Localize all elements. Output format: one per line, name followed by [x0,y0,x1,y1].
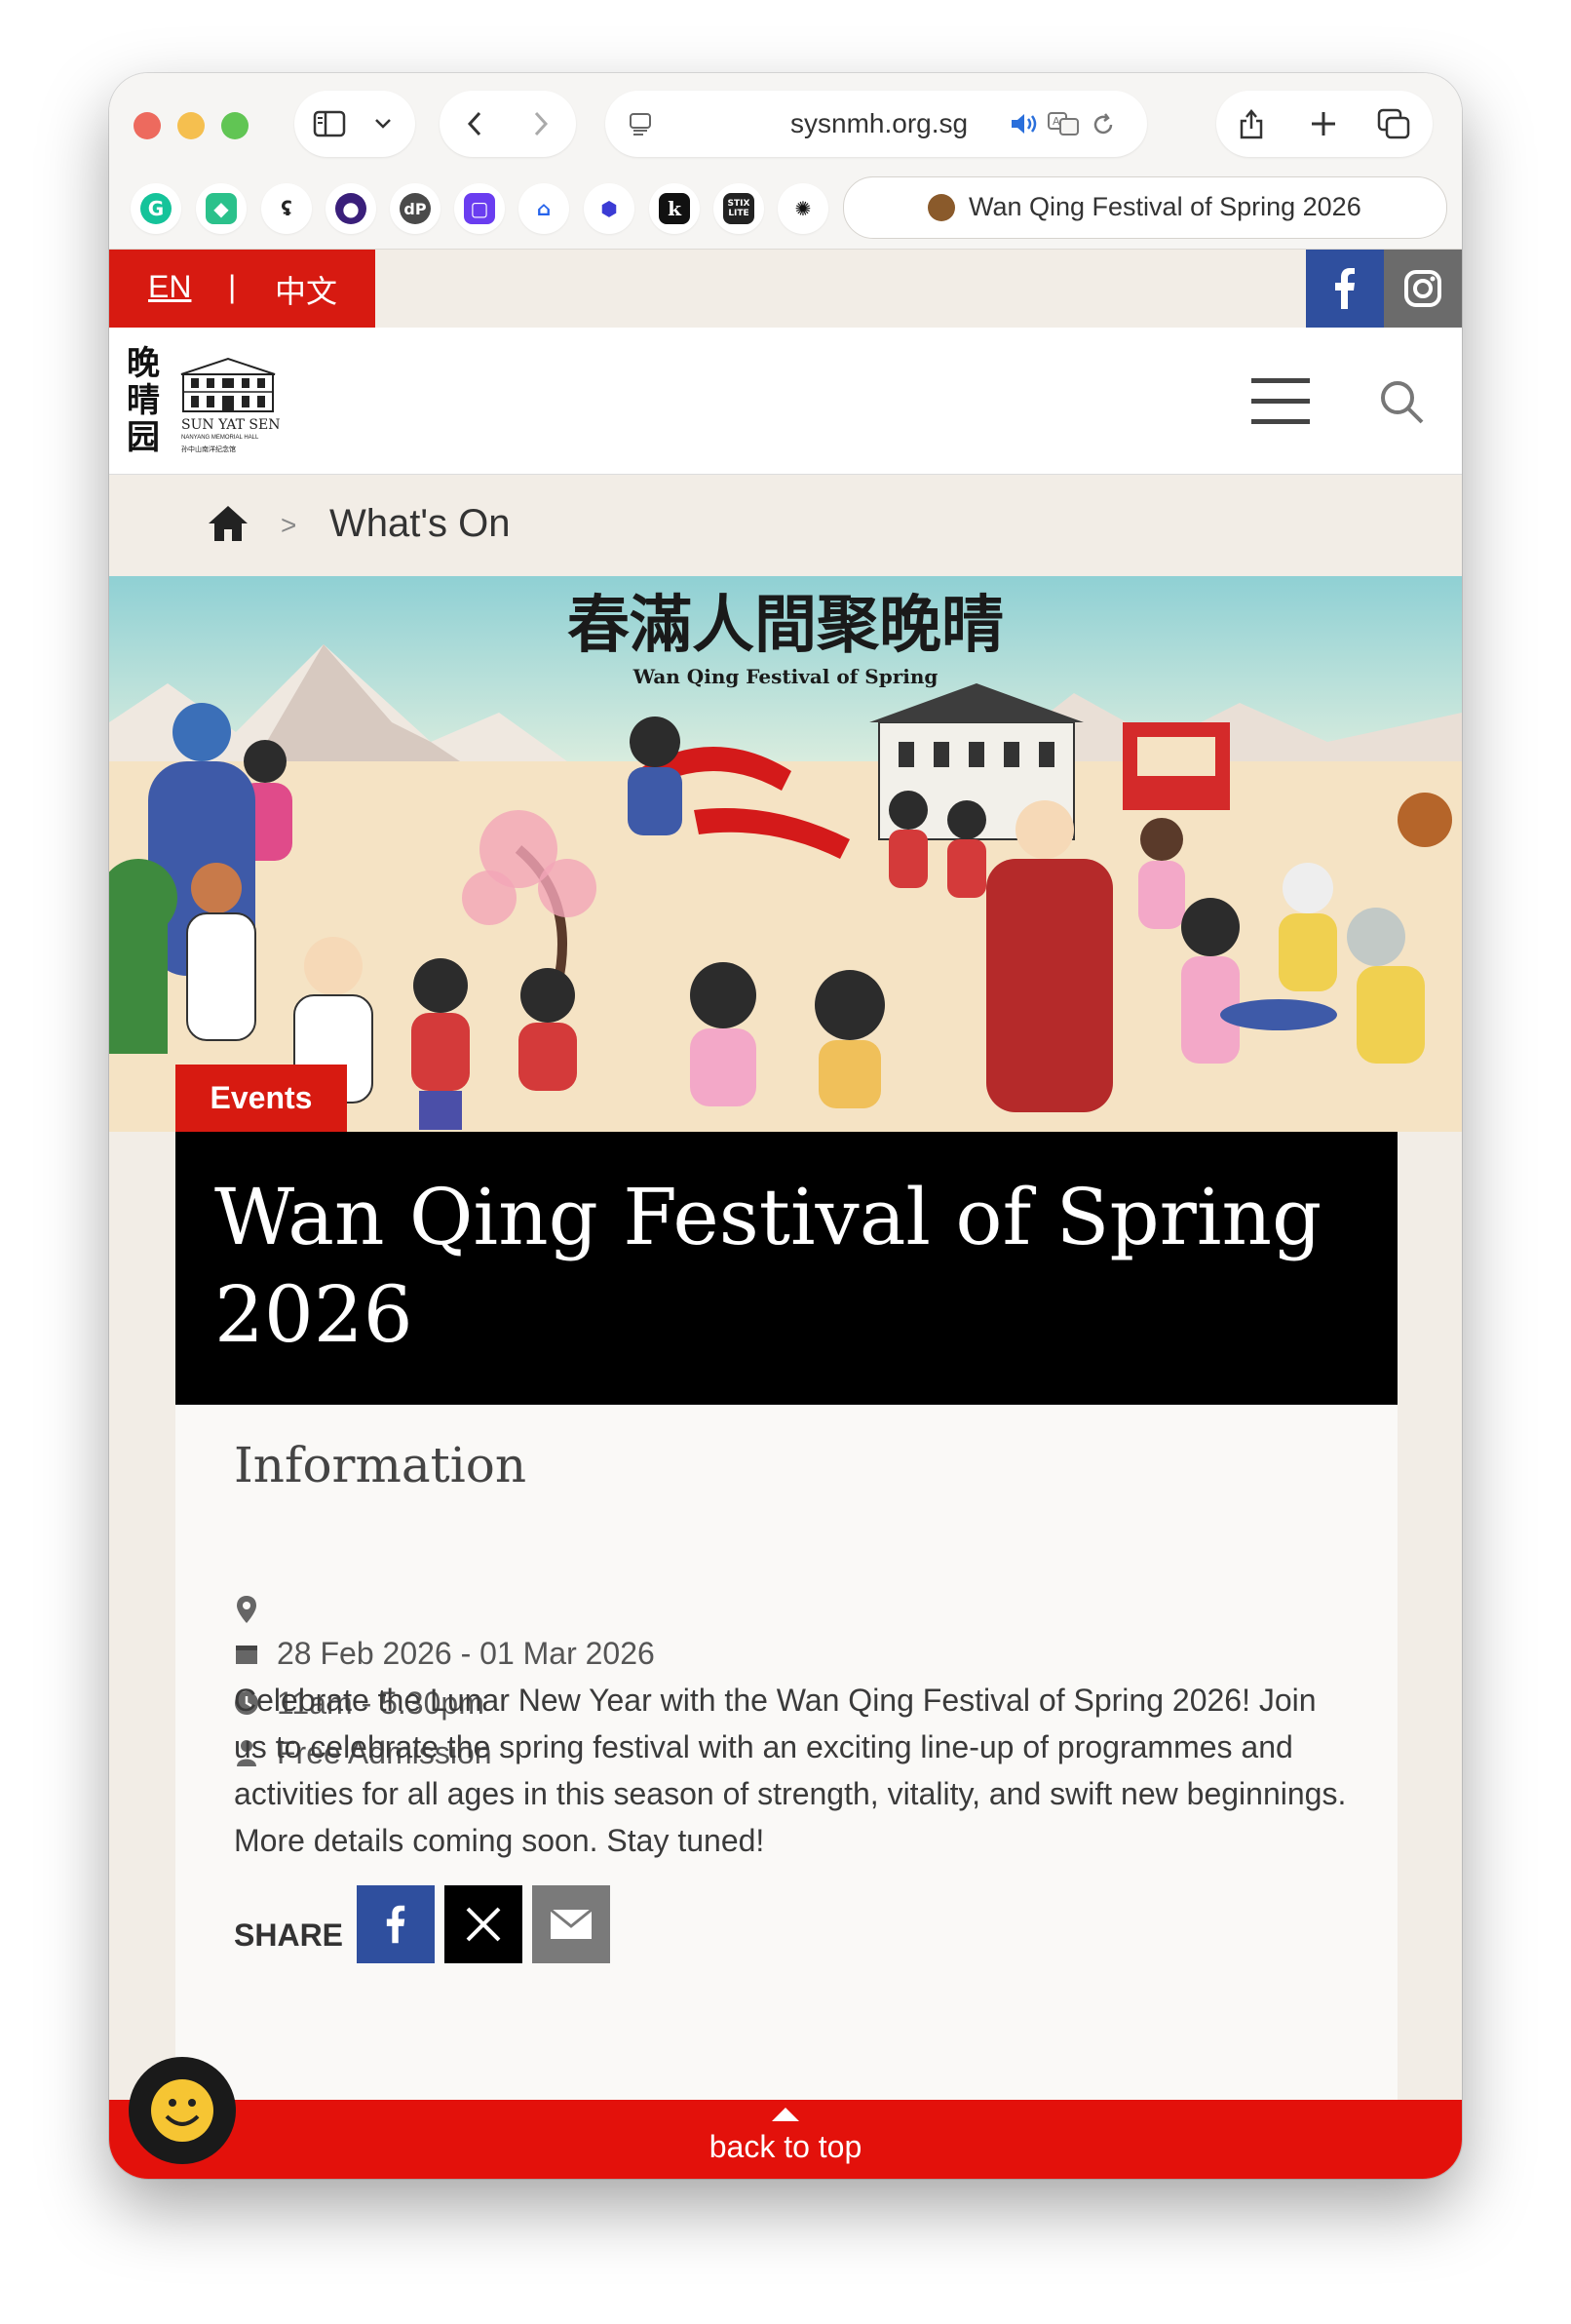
hero-english-title: Wan Qing Festival of Spring [632,665,939,688]
event-title-box: Wan Qing Festival of Spring 2026 [175,1132,1398,1405]
logo-chinese: 晚晴园 [127,344,160,457]
instagram-icon [1404,270,1441,307]
x-icon [466,1907,501,1942]
translate-icon[interactable]: A [1046,110,1081,137]
sidebar-icon [312,108,347,139]
date-row: 28 Feb 2026 - 01 Mar 2026 [234,1634,655,1673]
shield-icon[interactable]: ⬢ [584,183,634,234]
history-nav [440,91,576,157]
event-description: Celebrate the Lunar New Year with the Wa… [234,1683,1347,1858]
lang-zh-link[interactable]: 中文 [275,267,337,312]
chat-square-icon[interactable]: ▢ [454,183,505,234]
share-x-button[interactable] [444,1885,523,1963]
search-icon [1381,381,1424,424]
browser-toolbar: sysnmh.org.sg A G ◆ ʢ ● dP ▢ ⌂ ⬢ k STIX … [109,73,1462,250]
info-heading: Information [234,1437,527,1493]
openai-icon[interactable]: ✺ [778,183,828,234]
top-bar: EN | 中文 [109,250,1462,328]
lang-en-link[interactable]: EN [148,269,191,305]
logo-name: SUN YAT SEN [181,417,281,433]
back-arrow-icon[interactable] [457,106,492,141]
window-actions [1216,91,1433,157]
browser-window: sysnmh.org.sg A G ◆ ʢ ● dP ▢ ⌂ ⬢ k STIX … [109,73,1462,2179]
minimize-window-button[interactable] [177,112,205,139]
home-icon [209,506,248,541]
close-window-button[interactable] [134,112,161,139]
breadcrumb-separator: > [281,510,297,540]
sphere-icon[interactable]: ● [326,183,376,234]
location-row [234,1590,277,1629]
stix-icon[interactable]: STIX LITE [713,183,764,234]
grammarly-icon[interactable]: G [131,183,181,234]
search-button[interactable] [1378,378,1425,425]
smiley-icon [151,2079,213,2142]
festival-illustration: 春滿人間聚晚晴 Wan Qing Festival of Spring [109,576,1462,1132]
logo-subtitle: NANYANG MEMORIAL HALL [181,435,259,441]
dp-icon[interactable]: dP [390,183,441,234]
forward-arrow-icon[interactable] [523,106,558,141]
share-label: SHARE [234,1917,344,1953]
tab-favicon [928,194,955,221]
facebook-icon [386,1905,405,1944]
calendar-icon [234,1639,259,1668]
logo-subtitle-cn: 孙中山南洋纪念馆 [181,446,236,453]
location-pin-icon [234,1595,259,1624]
email-icon [550,1908,593,1939]
tab-overview-icon[interactable] [1374,106,1413,141]
event-date: 28 Feb 2026 - 01 Mar 2026 [277,1635,655,1671]
back-to-top-label: back to top [709,2129,862,2164]
hero-banner: 春滿人間聚晚晴 Wan Qing Festival of Spring [109,576,1462,1132]
url-text: sysnmh.org.sg [790,108,969,138]
k-icon[interactable]: k [649,183,700,234]
share-icon[interactable] [1234,104,1269,143]
ticket-icon[interactable]: ⌂ [518,183,569,234]
instagram-link[interactable] [1384,250,1462,328]
logo-building-icon [180,357,276,412]
home-link[interactable] [207,504,249,543]
language-switcher: EN | 中文 [109,250,375,328]
site-logo[interactable]: 晚晴园 SUN YAT SEN NANYANG MEMORIAL HALL 孙中… [127,339,292,461]
cube-icon[interactable]: ◆ [196,183,247,234]
speaker-icon[interactable] [1009,110,1040,137]
facebook-link[interactable] [1306,250,1384,328]
sidebar-toggle-button[interactable] [294,91,415,157]
share-email-button[interactable] [532,1885,611,1963]
facebook-icon [1335,268,1355,309]
chevron-down-icon[interactable] [372,114,394,134]
feedback-widget[interactable] [129,2057,236,2164]
breadcrumb-current[interactable]: What's On [329,502,510,546]
translate-ext-icon[interactable]: ʢ [261,183,312,234]
reload-icon[interactable] [1089,110,1118,139]
tab-title: Wan Qing Festival of Spring 2026 [969,192,1361,221]
share-facebook-button[interactable] [357,1885,436,1963]
hamburger-menu-button[interactable] [1249,374,1312,429]
breadcrumb: > What's On [109,475,1462,576]
category-tag[interactable]: Events [175,1065,347,1132]
hero-chinese-title: 春滿人間聚晚晴 [567,589,1004,662]
web-page: EN | 中文 晚晴园 SUN YAT SEN NANYANG MEMORIAL… [109,250,1462,2179]
menu-icon [1251,378,1310,424]
share-bar: SHARE [234,1885,611,1963]
event-title: Wan Qing Festival of Spring 2026 [214,1172,1322,1360]
active-tab[interactable]: Wan Qing Festival of Spring 2026 [843,176,1447,239]
site-header: 晚晴园 SUN YAT SEN NANYANG MEMORIAL HALL 孙中… [109,328,1462,475]
new-tab-icon[interactable] [1306,106,1341,141]
caret-up-icon [772,2108,799,2121]
zoom-window-button[interactable] [221,112,249,139]
address-bar[interactable]: sysnmh.org.sg A [605,91,1147,157]
svg-text:A: A [1053,115,1060,128]
back-to-top-button[interactable]: back to top [109,2100,1462,2179]
lang-separator: | [228,269,237,304]
page-menu-icon[interactable] [625,108,656,139]
